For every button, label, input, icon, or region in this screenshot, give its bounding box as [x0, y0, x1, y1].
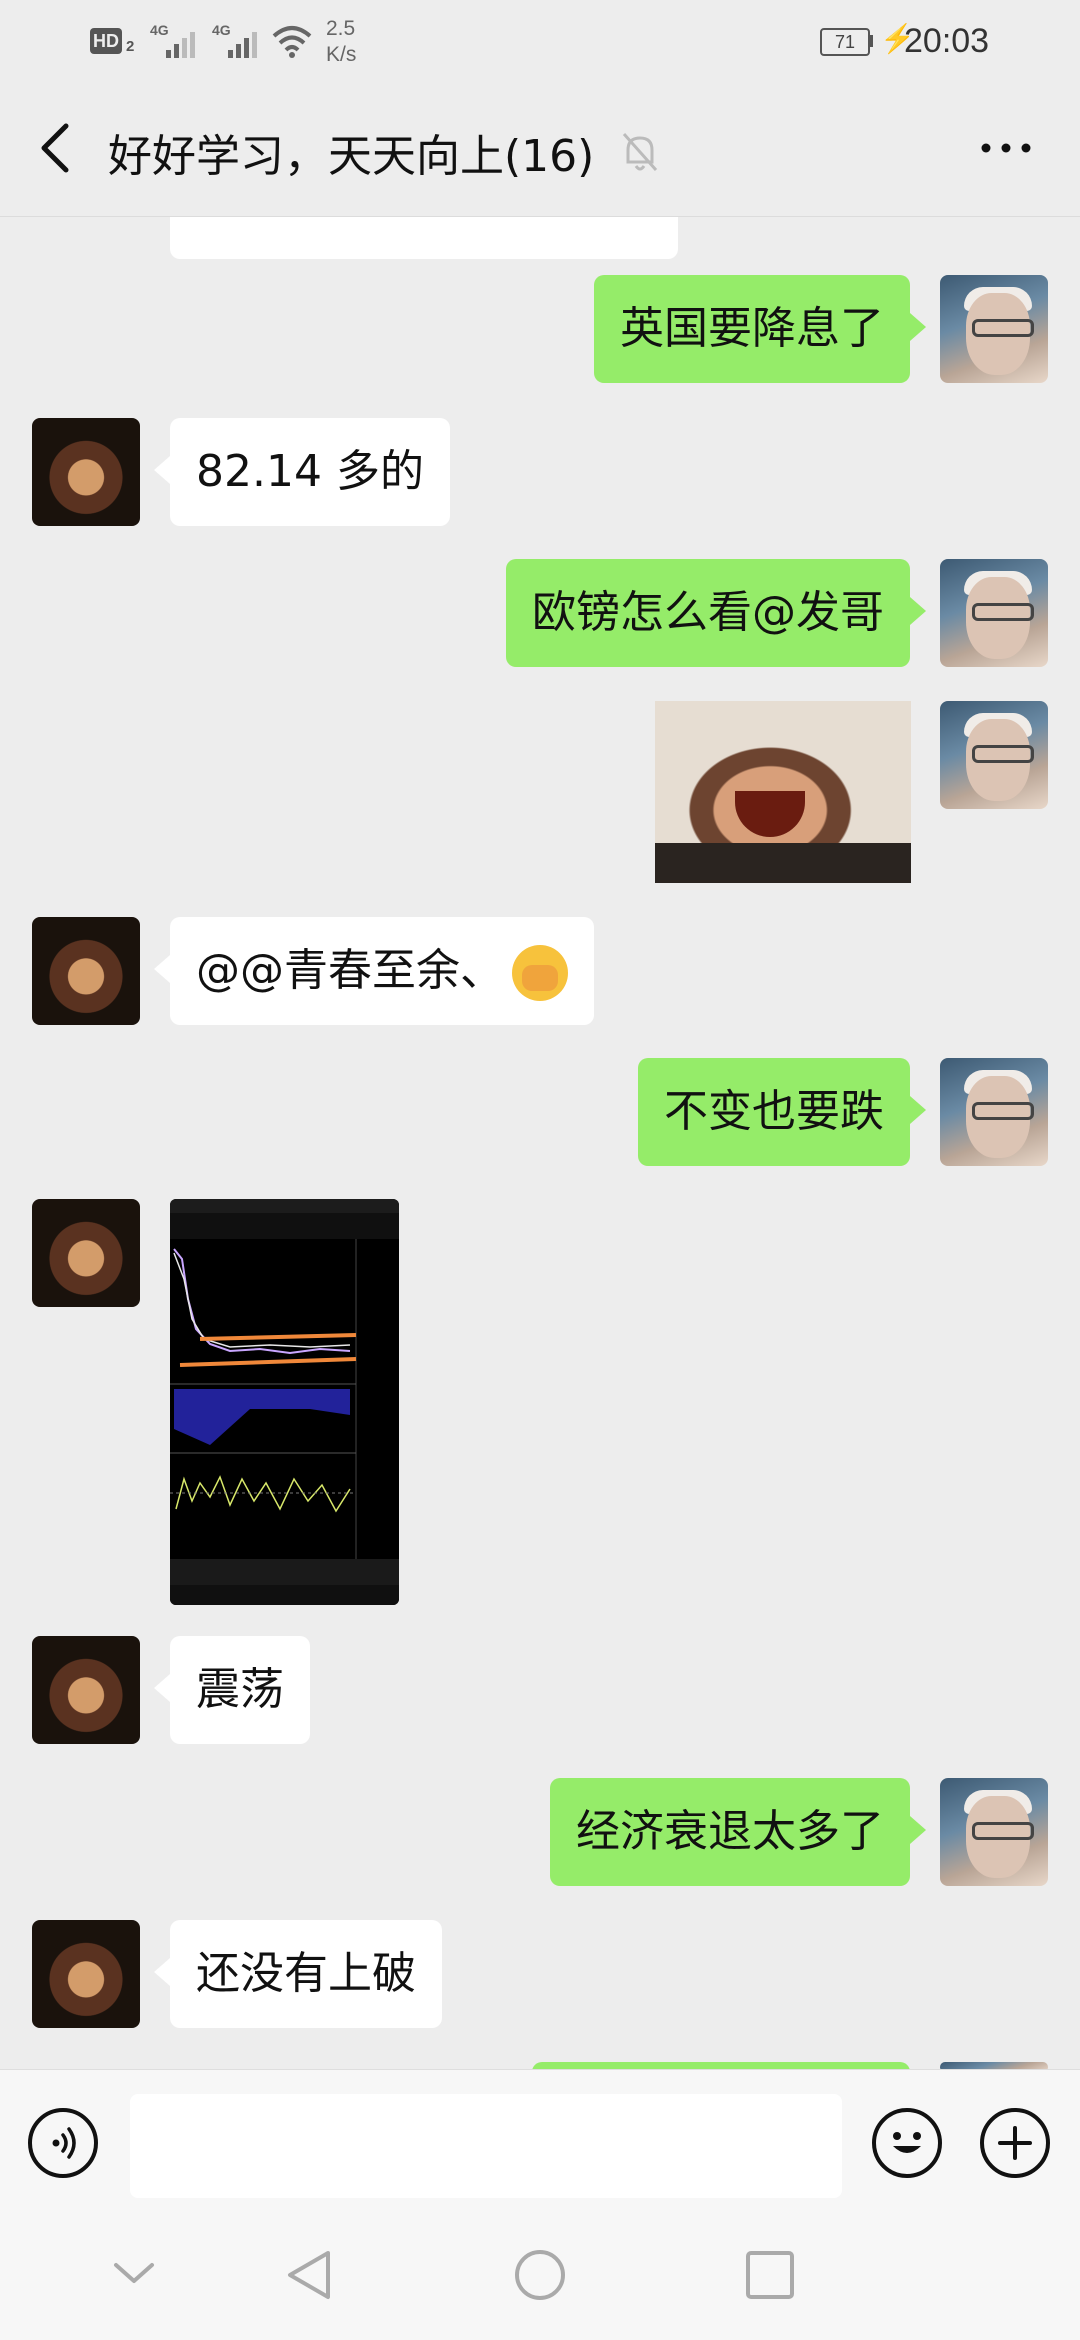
message-text: 还没有上破 — [196, 1948, 416, 1999]
voice-icon[interactable] — [28, 2108, 98, 2178]
input-bar — [0, 2069, 1080, 2216]
image-message[interactable] — [655, 701, 911, 883]
emoji-icon[interactable] — [872, 2108, 942, 2178]
circle-home-icon[interactable] — [512, 2247, 568, 2303]
message-input[interactable] — [130, 2094, 842, 2198]
bubble-tail — [154, 1674, 170, 1702]
message-bubble-other[interactable]: 82.14 多的 — [170, 418, 450, 526]
network-speed-value: 2.5 — [326, 17, 356, 40]
avatar-other[interactable] — [32, 418, 140, 526]
hd-badge: HD — [90, 28, 122, 54]
avatar-other[interactable] — [32, 1199, 140, 1307]
battery-level: 71 — [820, 28, 870, 56]
message-bubble-partial — [170, 217, 678, 259]
facepalm-emoji-icon — [512, 945, 568, 1001]
bubble-tail — [910, 313, 926, 341]
bubble-tail — [154, 456, 170, 484]
network-speed: 2.5 K/s — [326, 16, 356, 68]
chevron-down-icon[interactable] — [112, 2259, 156, 2289]
avatar-self[interactable] — [940, 1778, 1048, 1886]
message-bubble-other[interactable]: 震荡 — [170, 1636, 310, 1744]
chevron-left-icon[interactable] — [30, 116, 80, 180]
avatar-self[interactable] — [940, 559, 1048, 667]
message-text: @@青春至余、 — [196, 945, 504, 996]
square-recent-icon[interactable] — [744, 2249, 796, 2301]
avatar-self[interactable] — [940, 275, 1048, 383]
triangle-back-icon[interactable] — [282, 2247, 336, 2303]
signal-icon: 4G — [150, 22, 204, 58]
bell-off-icon — [622, 133, 658, 171]
message-text: 不变也要跌 — [664, 1086, 884, 1137]
message-bubble-mine[interactable]: 英国要降息了 — [594, 275, 910, 383]
message-bubble-mine[interactable]: 欧镑怎么看@发哥 — [506, 559, 910, 667]
avatar-self[interactable] — [940, 701, 1048, 809]
bubble-tail — [910, 597, 926, 625]
status-bar: HD 2 4G 4G 2.5 K/s 71 ⚡ 20:03 — [0, 0, 1080, 80]
hd-badge-sub: 2 — [126, 38, 135, 55]
message-bubble-partial — [532, 2062, 910, 2069]
message-text: 英国要降息了 — [620, 303, 884, 354]
message-bubble-other[interactable]: 还没有上破 — [170, 1920, 442, 2028]
network-type-label: 4G — [150, 22, 169, 38]
message-text: 欧镑怎么看@发哥 — [532, 587, 884, 638]
message-bubble-other[interactable]: @@青春至余、 — [170, 917, 594, 1025]
thumbnail-image — [170, 1239, 399, 1559]
avatar-self[interactable] — [940, 1058, 1048, 1166]
message-text: 经济衰退太多了 — [576, 1806, 884, 1857]
battery-icon — [869, 35, 873, 47]
avatar-self-partial — [940, 2062, 1048, 2069]
signal-icon-2: 4G — [212, 22, 266, 58]
message-text: 82.14 多的 — [196, 446, 424, 497]
avatar-other[interactable] — [32, 1920, 140, 2028]
network-speed-unit: K/s — [326, 43, 357, 66]
chat-header: 好好学习，天天向上(16) — [0, 80, 1080, 217]
message-list[interactable]: 英国要降息了 82.14 多的 欧镑怎么看@发哥 @@青春至余、 不变也要跌 震… — [0, 217, 1080, 2069]
message-bubble-mine[interactable]: 经济衰退太多了 — [550, 1778, 910, 1886]
plus-icon[interactable] — [980, 2108, 1050, 2178]
avatar-other[interactable] — [32, 1636, 140, 1744]
more-dots-icon[interactable] — [976, 120, 1036, 176]
system-nav-bar — [0, 2215, 1080, 2340]
image-message-screenshot[interactable] — [170, 1199, 399, 1605]
bubble-tail — [910, 1096, 926, 1124]
bubble-tail — [154, 955, 170, 983]
clock: 20:03 — [904, 22, 990, 60]
avatar-other[interactable] — [32, 917, 140, 1025]
wifi-icon — [272, 26, 312, 58]
message-bubble-mine[interactable]: 不变也要跌 — [638, 1058, 910, 1166]
network-type-label-2: 4G — [212, 22, 231, 38]
bubble-tail — [910, 1816, 926, 1844]
chat-title: 好好学习，天天向上(16) — [108, 131, 595, 182]
bubble-tail — [154, 1958, 170, 1986]
message-text: 震荡 — [196, 1664, 284, 1715]
